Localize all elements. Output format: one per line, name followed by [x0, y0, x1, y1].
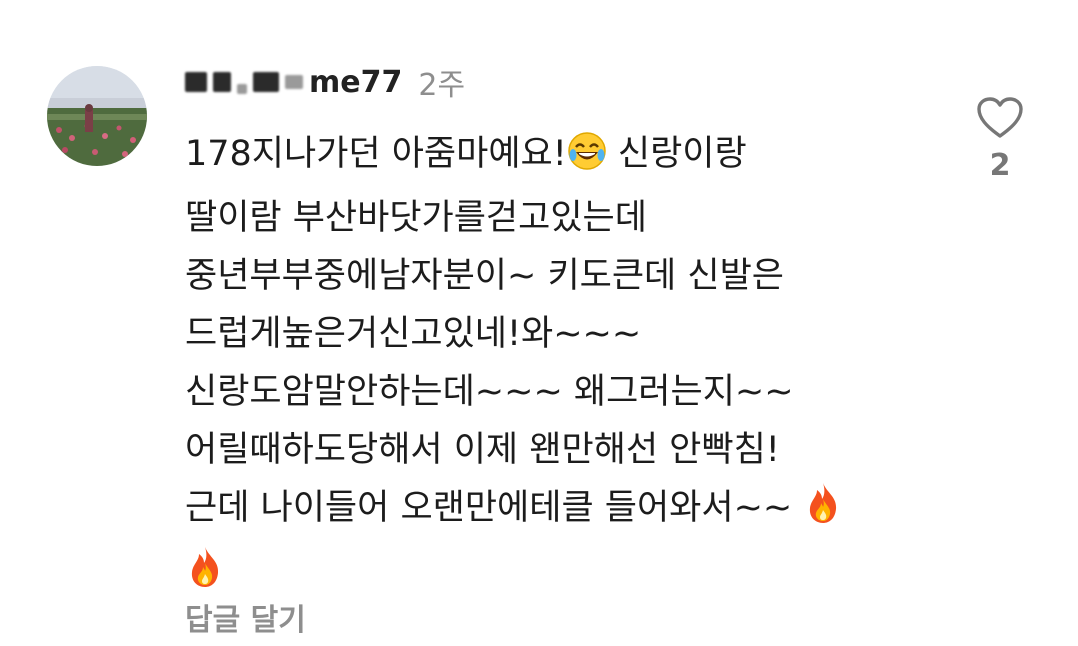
redacted-text	[253, 72, 279, 92]
fire-emoji-icon	[803, 481, 843, 543]
comment-text: 178지나가던 아줌마예요! 신랑이랑 딸이람 부산바닷가를걷고있는데 중년부부…	[185, 125, 925, 607]
redacted-text	[237, 84, 247, 94]
like-count: 2	[989, 148, 1011, 183]
redacted-text	[285, 75, 303, 89]
like-control: 2	[972, 96, 1028, 183]
username[interactable]: me77	[185, 65, 402, 100]
username-visible-part: me77	[309, 64, 403, 100]
redacted-text	[213, 72, 231, 92]
reply-button[interactable]: 답글 달기	[185, 595, 306, 639]
comment-time: 2주	[418, 68, 466, 103]
heart-outline-icon[interactable]	[976, 97, 1024, 144]
laughing-emoji-icon	[567, 131, 607, 189]
redacted-text	[185, 72, 207, 92]
comment-header: me77 2주	[185, 60, 465, 104]
avatar[interactable]	[47, 66, 147, 166]
comment: me77 2주 178지나가던 아줌마예요! 신랑이랑 딸이람 부산바닷가를걷고…	[0, 0, 1078, 646]
